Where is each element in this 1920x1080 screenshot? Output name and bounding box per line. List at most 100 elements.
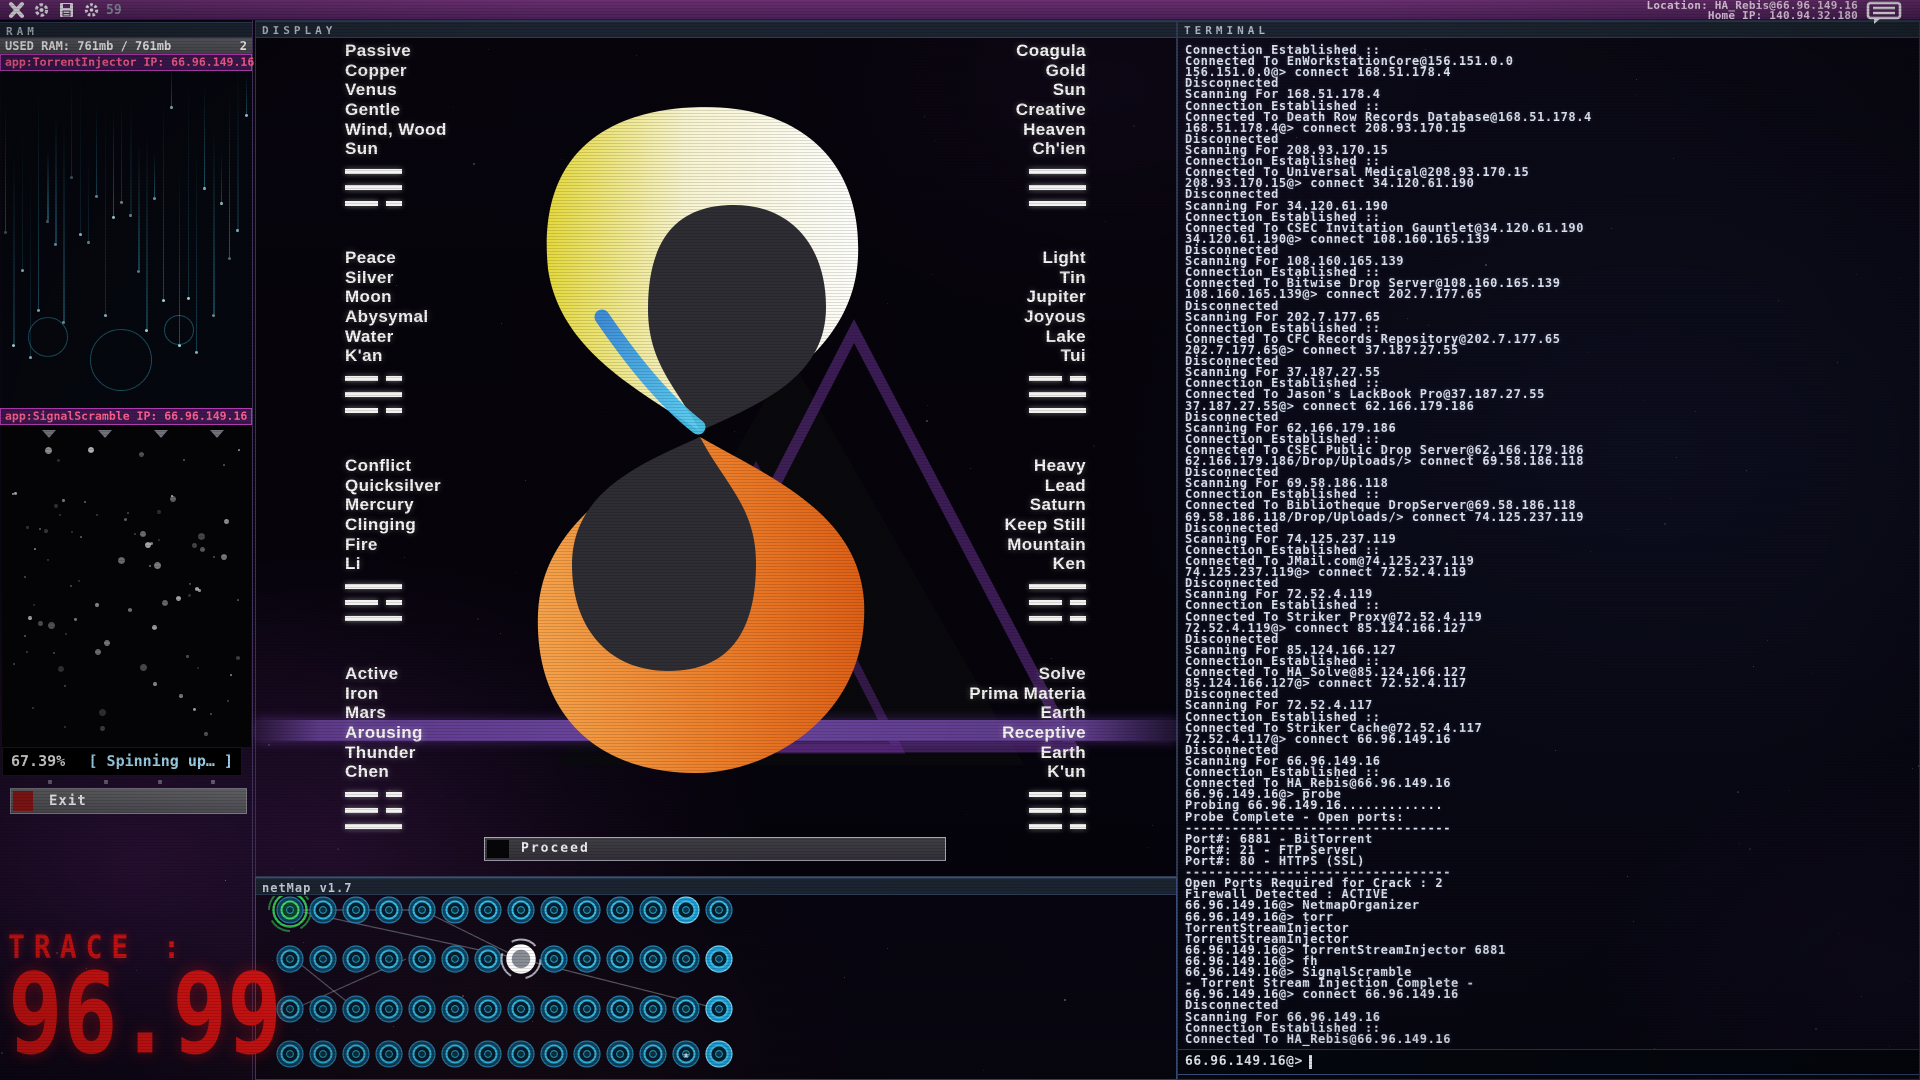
- terminal-line: 85.124.166.127@> connect 72.52.4.117: [1185, 678, 1915, 689]
- netmap-node[interactable]: [607, 1041, 633, 1067]
- netmap-node[interactable]: [409, 1041, 435, 1067]
- netmap-node[interactable]: [376, 946, 402, 972]
- exit-button[interactable]: Exit: [10, 788, 247, 814]
- app-torrentinjector-bar[interactable]: app:TorrentInjector IP: 66.96.149.16: [0, 54, 252, 71]
- word-row: Ken: [1005, 554, 1086, 574]
- netmap-node[interactable]: [574, 897, 600, 923]
- scramble-dot: [39, 528, 41, 530]
- terminal-line: 72.52.4.119@> connect 85.124.166.127: [1185, 623, 1915, 634]
- netmap-node[interactable]: [508, 897, 534, 923]
- netmap-node[interactable]: [376, 996, 402, 1022]
- netmap-node[interactable]: [508, 996, 534, 1022]
- netmap-node-bright[interactable]: [673, 897, 699, 923]
- netmap-node[interactable]: [277, 996, 303, 1022]
- netmap-node-selected[interactable]: [502, 940, 541, 979]
- netmap-node[interactable]: [640, 946, 666, 972]
- rain-dot: [245, 114, 248, 117]
- netmap-node[interactable]: [376, 897, 402, 923]
- scramble-dot: [200, 547, 205, 552]
- scramble-dot: [58, 666, 64, 672]
- netmap-node[interactable]: [310, 946, 336, 972]
- terminal-prompt-label: 66.96.149.16@>: [1185, 1054, 1303, 1069]
- netmap-node[interactable]: [409, 946, 435, 972]
- terminal-prompt[interactable]: 66.96.149.16@>: [1178, 1049, 1919, 1075]
- scramble-dot: [95, 603, 99, 607]
- netmap-node[interactable]: [442, 996, 468, 1022]
- scramble-dot: [53, 652, 55, 654]
- word-row: Ch'ien: [1016, 139, 1086, 159]
- netmap-node[interactable]: [541, 897, 567, 923]
- netmap-node[interactable]: [343, 1041, 369, 1067]
- scramble-square: [70, 585, 72, 587]
- netmap-node[interactable]: [574, 996, 600, 1022]
- close-icon[interactable]: [8, 2, 25, 18]
- netmap-node[interactable]: [475, 1041, 501, 1067]
- netmap-node[interactable]: [442, 897, 468, 923]
- netmap-node[interactable]: [607, 897, 633, 923]
- scramble-square: [33, 604, 35, 606]
- scramble-dot: [99, 709, 106, 716]
- gear-icon[interactable]: [83, 2, 100, 18]
- word-group: CoagulaGoldSunCreativeHeavenCh'ien: [1016, 41, 1086, 217]
- settings-gear-icon[interactable]: [33, 2, 50, 18]
- netmap-node[interactable]: [541, 1041, 567, 1067]
- scramble-dot: [38, 621, 43, 626]
- netmap-node[interactable]: [706, 897, 732, 923]
- netmap-node[interactable]: [376, 1041, 402, 1067]
- netmap-node[interactable]: [310, 1041, 336, 1067]
- netmap-node[interactable]: [442, 946, 468, 972]
- rain-dot: [79, 233, 82, 236]
- netmap-node[interactable]: [409, 897, 435, 923]
- hub-circle: [90, 329, 152, 391]
- netmap-node[interactable]: [475, 996, 501, 1022]
- netmap-node[interactable]: [508, 1041, 534, 1067]
- netmap-node[interactable]: [475, 946, 501, 972]
- netmap-node[interactable]: [673, 946, 699, 972]
- netmap-node[interactable]: [541, 946, 567, 972]
- netmap-node[interactable]: [640, 897, 666, 923]
- chat-icon[interactable]: [1866, 1, 1902, 25]
- netmap-node[interactable]: [277, 1041, 303, 1067]
- word-group: SolvePrima MateriaEarthReceptiveEarthK'u…: [969, 664, 1086, 840]
- netmap-node[interactable]: [607, 946, 633, 972]
- scramble-dot: [45, 447, 52, 454]
- save-icon[interactable]: [58, 2, 75, 18]
- scramble-square: [80, 536, 82, 538]
- netmap-node[interactable]: [640, 996, 666, 1022]
- netmap-node-bright[interactable]: [706, 946, 732, 972]
- proceed-button[interactable]: Proceed: [484, 837, 946, 861]
- netmap-node[interactable]: [277, 946, 303, 972]
- rain-dot: [12, 344, 15, 347]
- netmap-node-bright[interactable]: [706, 1041, 732, 1067]
- netmap-node[interactable]: [310, 897, 336, 923]
- netmap-node[interactable]: [640, 1041, 666, 1067]
- scramble-dot: [188, 594, 191, 597]
- trigram-bar-broken: [1029, 616, 1086, 621]
- rain-dot: [70, 176, 73, 179]
- scramble-square: [13, 663, 15, 665]
- netmap-node[interactable]: [409, 996, 435, 1022]
- word-row: Prima Materia: [969, 684, 1086, 704]
- netmap-node-home[interactable]: [269, 896, 311, 931]
- netmap-node[interactable]: [310, 996, 336, 1022]
- scramble-dot: [12, 493, 14, 495]
- terminal-line: 37.187.27.55@> connect 62.166.179.186: [1185, 401, 1915, 412]
- netmap-node-bright[interactable]: [706, 996, 732, 1022]
- netmap-node[interactable]: [607, 996, 633, 1022]
- netmap-node[interactable]: [574, 946, 600, 972]
- netmap-node-star[interactable]: ★: [673, 1041, 699, 1067]
- netmap-node[interactable]: [673, 996, 699, 1022]
- rain-streak: [121, 96, 122, 201]
- scramble-dot: [44, 529, 48, 533]
- used-ram-count: 2: [240, 38, 247, 54]
- netmap-node[interactable]: [343, 946, 369, 972]
- netmap-node[interactable]: [574, 1041, 600, 1067]
- netmap-node[interactable]: [442, 1041, 468, 1067]
- trigram-bar-broken: [1029, 824, 1086, 829]
- netmap-node[interactable]: [541, 996, 567, 1022]
- netmap-node[interactable]: [343, 996, 369, 1022]
- netmap-node[interactable]: [475, 897, 501, 923]
- rain-dot: [145, 329, 148, 332]
- netmap-node[interactable]: [343, 897, 369, 923]
- app-signalscramble-bar[interactable]: app:SignalScramble IP: 66.96.149.16: [0, 408, 252, 425]
